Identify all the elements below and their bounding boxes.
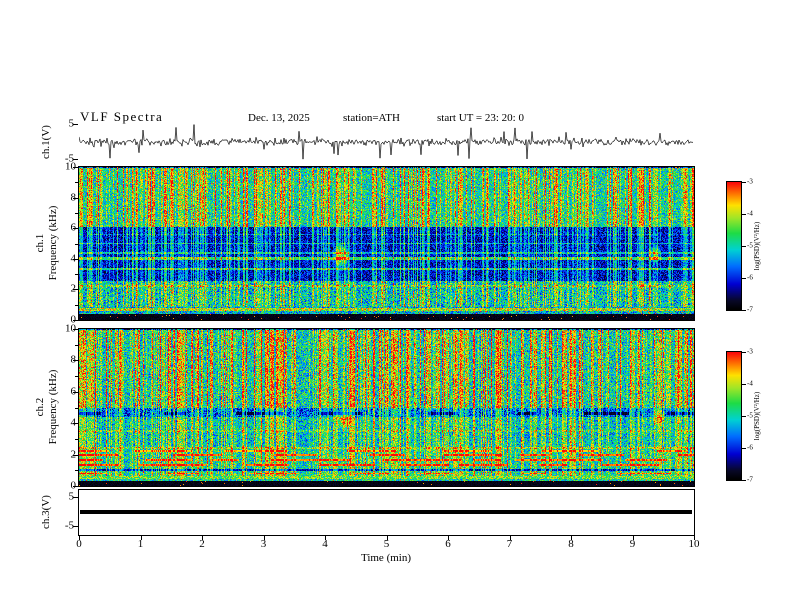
freq-axis-tick <box>73 289 78 290</box>
freq-axis-tick <box>73 423 78 424</box>
colorbar-tick <box>742 278 746 279</box>
wave-axis-tick <box>73 124 78 125</box>
freq-axis-tick <box>73 320 78 321</box>
time-axis-tick-labels: 0 1 2 3 4 5 6 7 8 9 10 <box>76 538 699 553</box>
ch1-wave-ytick-top: 5 <box>68 117 75 130</box>
time-tick-label: 9 <box>629 538 636 550</box>
time-tick-label: 3 <box>260 538 267 550</box>
colorbar-tick-label: -7 <box>747 475 753 484</box>
ch3-flat-trace <box>80 510 692 514</box>
freq-axis-tick <box>75 213 78 214</box>
ch1-voltage-axis-label: ch.1(V) <box>40 125 52 159</box>
colorbar-tick <box>742 214 746 215</box>
colorbar-tick <box>742 182 746 183</box>
time-axis-tick <box>633 536 634 540</box>
freq-axis-tick <box>75 305 78 306</box>
freq-axis-tick <box>75 439 78 440</box>
time-tick-label: 1 <box>137 538 144 550</box>
ch3-voltage-axis-label: ch.3(V) <box>40 495 52 529</box>
colorbar-tick-label: -7 <box>747 305 753 314</box>
freq-axis-tick <box>73 329 78 330</box>
wave-axis-tick <box>73 497 78 498</box>
plot-title: VLF Spectra <box>80 109 164 124</box>
colorbar-tick-label: -6 <box>747 273 753 282</box>
plot-date: Dec. 13, 2025 <box>248 112 310 124</box>
time-axis-tick <box>79 536 80 540</box>
freq-axis-tick <box>75 182 78 183</box>
colorbar-tick-label: -6 <box>747 443 753 452</box>
freq-axis-tick <box>73 392 78 393</box>
freq-axis-tick <box>73 486 78 487</box>
time-tick-label: 5 <box>383 538 390 550</box>
colorbar-tick <box>742 480 746 481</box>
freq-axis-tick <box>73 228 78 229</box>
ch2-spectrogram-canvas <box>79 329 694 486</box>
plot-start-ut: start UT = 23: 20: 0 <box>437 112 524 124</box>
time-axis-tick <box>571 536 572 540</box>
ch3-wave-ytick-top: 5 <box>68 490 75 503</box>
time-axis-tick <box>325 536 326 540</box>
colorbar-tick <box>742 448 746 449</box>
colorbar-tick-label: -5 <box>747 241 753 250</box>
ch1-colorbar-canvas <box>727 182 741 310</box>
ch1-waveform-canvas <box>79 124 694 160</box>
freq-axis-tick <box>75 376 78 377</box>
time-axis-tick <box>448 536 449 540</box>
ch2-spec-channel-label: ch.2 <box>34 397 46 417</box>
time-tick-label: 4 <box>322 538 328 550</box>
freq-axis-tick <box>75 470 78 471</box>
time-axis-label: Time (min) <box>360 552 412 564</box>
colorbar-tick-label: -3 <box>747 177 753 186</box>
time-tick-label: 0 <box>76 538 82 550</box>
ch1-spectrogram-canvas <box>79 167 694 320</box>
time-tick-label: 10 <box>688 538 700 550</box>
colorbar-tick-label: -3 <box>747 347 753 356</box>
vlf-spectra-figure: VLF Spectra Dec. 13, 2025 station=ATH st… <box>0 0 792 612</box>
colorbar-tick-label: -4 <box>747 209 753 218</box>
freq-axis-tick <box>73 167 78 168</box>
time-axis-tick <box>264 536 265 540</box>
ch2-colorbar-canvas <box>727 352 741 480</box>
freq-axis-tick <box>75 274 78 275</box>
colorbar-tick-label: -5 <box>747 411 753 420</box>
freq-axis-tick <box>75 244 78 245</box>
freq-axis-tick <box>73 455 78 456</box>
time-axis-tick <box>141 536 142 540</box>
freq-axis-tick <box>75 408 78 409</box>
wave-axis-tick <box>73 526 78 527</box>
plot-station: station=ATH <box>343 112 400 124</box>
time-axis-tick <box>510 536 511 540</box>
time-tick-label: 8 <box>568 538 574 550</box>
freq-axis-tick <box>75 345 78 346</box>
freq-axis-tick <box>73 259 78 260</box>
colorbar-tick <box>742 384 746 385</box>
time-tick-label: 2 <box>199 538 205 550</box>
ch2-spec-ytick-labels: 1086420 <box>52 323 76 491</box>
ch1-spec-ytick-labels: 1086420 <box>52 161 76 325</box>
colorbar-tick <box>742 352 746 353</box>
ch3-wave-ytick-bottom: -5 <box>64 519 74 532</box>
colorbar-tick-label: -4 <box>747 379 753 388</box>
ch2-colorbar-axis-label: log(PSD)(V²/Hz) <box>753 391 761 441</box>
ch1-spec-channel-label: ch.1 <box>34 233 46 253</box>
freq-axis-tick <box>73 198 78 199</box>
time-axis-tick <box>694 536 695 540</box>
time-tick-label: 7 <box>506 538 513 550</box>
wave-axis-tick <box>73 159 78 160</box>
colorbar-tick <box>742 246 746 247</box>
time-axis-tick <box>202 536 203 540</box>
time-tick-label: 6 <box>445 538 451 550</box>
ch1-colorbar-axis-label: log(PSD)(V²/Hz) <box>753 221 761 271</box>
colorbar-tick <box>742 310 746 311</box>
colorbar-tick <box>742 416 746 417</box>
time-axis-tick <box>387 536 388 540</box>
freq-axis-tick <box>73 360 78 361</box>
